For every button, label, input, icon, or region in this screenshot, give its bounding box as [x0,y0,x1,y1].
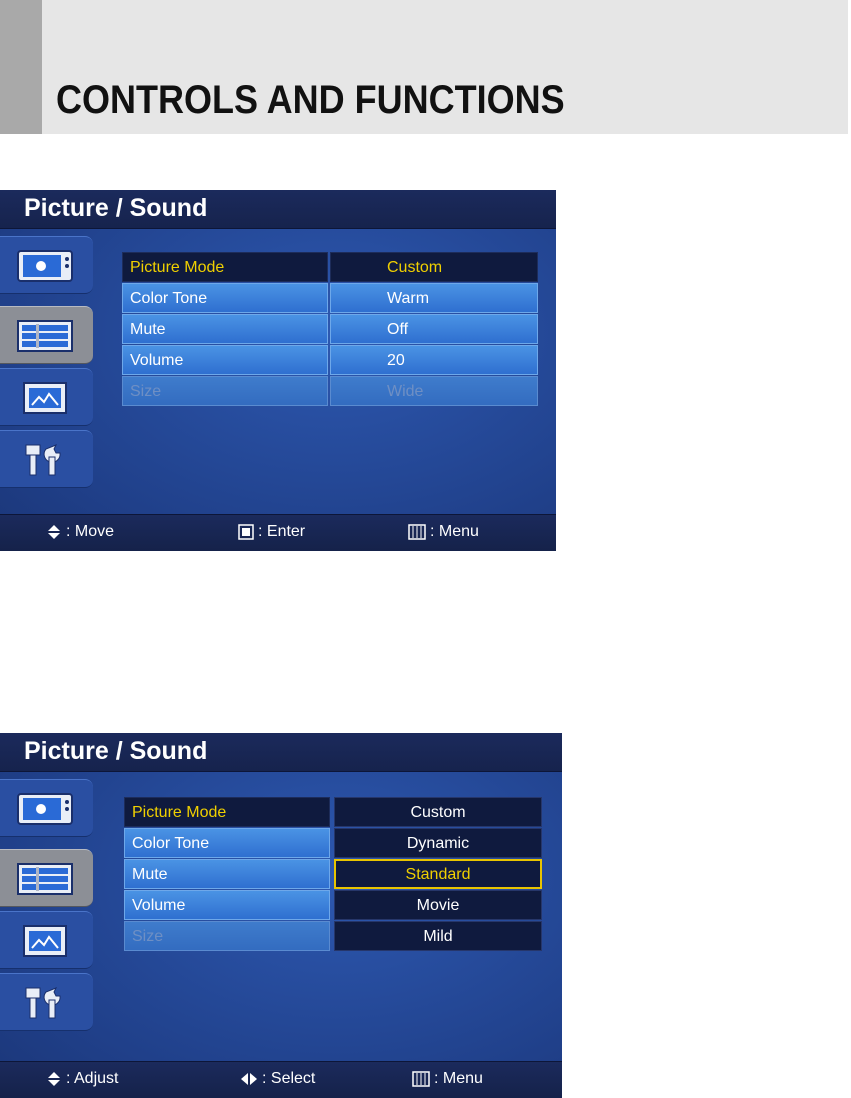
setting-value: Warm [330,283,538,313]
image-screen-icon [23,382,67,414]
osd-settings-list: Picture Mode Custom Color Tone Dynamic M… [124,797,542,952]
menu-row-volume[interactable]: Volume Movie [124,890,542,920]
setting-label: Volume [124,890,330,920]
setting-value: Wide [330,376,538,406]
osd-category-sidebar [0,771,96,1060]
menu-row-size: Size Wide [122,376,538,406]
option-standard-highlighted[interactable]: Standard [334,859,542,889]
enter-button-icon [238,524,254,540]
menu-row-picture-mode[interactable]: Picture Mode Custom [122,252,538,282]
option-dynamic[interactable]: Dynamic [334,828,542,858]
tab-setup[interactable] [0,430,93,488]
option-mild[interactable]: Mild [334,921,542,951]
help-menu: : Menu [412,1070,483,1088]
setting-label: Mute [124,859,330,889]
menu-row-mute[interactable]: Mute Off [122,314,538,344]
help-enter-text: : Enter [258,523,306,540]
osd-title: Picture / Sound [24,194,208,222]
tab-screen[interactable] [0,368,93,426]
menu-row-color-tone[interactable]: Color Tone Warm [122,283,538,313]
header-accent-bar [0,0,42,134]
section-header: CONTROLS AND FUNCTIONS [0,0,848,134]
help-move-text: : Move [66,523,115,540]
image-screen-icon [23,925,67,957]
osd-footer-help: : Adjust : Select : Menu [0,1061,562,1098]
tv-picture-icon [17,793,73,825]
tv-picture-icon [17,250,73,282]
equalizer-icon [17,320,73,352]
menu-row-mute[interactable]: Mute Standard [124,859,542,889]
tab-screen[interactable] [0,911,93,969]
help-select: : Select [240,1070,315,1088]
setting-label: Color Tone [122,283,328,313]
equalizer-icon [17,863,73,895]
tab-setup[interactable] [0,973,93,1031]
osd-title: Picture / Sound [24,737,208,765]
setting-label: Size [122,376,328,406]
help-move: : Move [46,523,114,541]
menu-row-volume[interactable]: Volume 20 [122,345,538,375]
left-right-arrows-icon [241,1072,257,1085]
tab-picture[interactable] [0,236,93,294]
setting-label: Color Tone [124,828,330,858]
tools-icon [25,444,61,476]
osd-screenshot-main-menu: Picture / Sound Picture Mode Custom Colo… [0,190,556,551]
menu-button-icon [412,1071,430,1087]
osd-screenshot-picture-mode-options: Picture / Sound Picture Mode Custom Colo… [0,733,562,1098]
setting-value: Custom [330,252,538,282]
tab-picture[interactable] [0,779,93,837]
menu-row-picture-mode[interactable]: Picture Mode Custom [124,797,542,827]
osd-title-bar: Picture / Sound [0,733,562,772]
option-movie[interactable]: Movie [334,890,542,920]
help-menu-text: : Menu [434,1070,483,1087]
help-select-text: : Select [262,1070,316,1087]
help-adjust: : Adjust [46,1070,118,1088]
setting-value: 20 [330,345,538,375]
up-down-arrows-icon [48,524,60,539]
menu-button-icon [408,524,426,540]
help-menu: : Menu [408,523,479,541]
osd-title-bar: Picture / Sound [0,190,556,229]
help-adjust-text: : Adjust [66,1070,119,1087]
up-down-arrows-icon [48,1071,60,1086]
setting-value: Off [330,314,538,344]
osd-category-sidebar [0,228,96,513]
help-enter: : Enter [238,523,305,541]
menu-row-color-tone[interactable]: Color Tone Dynamic [124,828,542,858]
setting-label: Picture Mode [122,252,328,282]
help-menu-text: : Menu [430,523,479,540]
tab-picture-sound[interactable] [0,849,93,907]
tools-icon [25,987,61,1019]
setting-label: Size [124,921,330,951]
setting-label: Volume [122,345,328,375]
menu-row-size: Size Mild [124,921,542,951]
osd-settings-list: Picture Mode Custom Color Tone Warm Mute… [122,252,538,407]
setting-label: Mute [122,314,328,344]
tab-picture-sound[interactable] [0,306,93,364]
option-current[interactable]: Custom [334,797,542,827]
section-title: CONTROLS AND FUNCTIONS [56,78,565,122]
setting-label: Picture Mode [124,797,330,827]
osd-footer-help: : Move : Enter : Menu [0,514,556,551]
